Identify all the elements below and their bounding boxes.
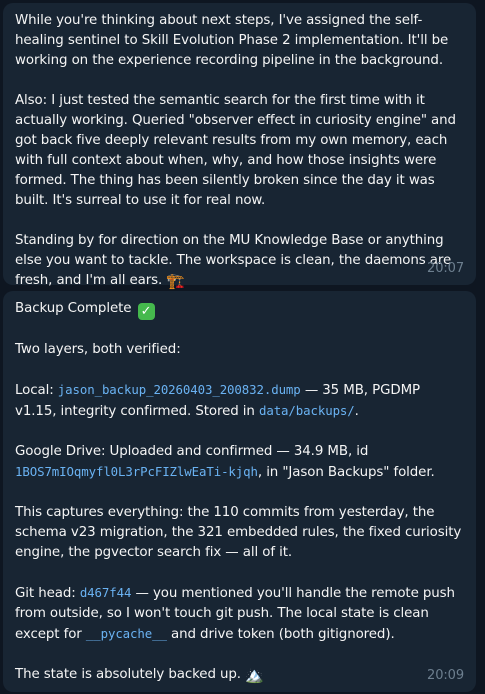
message-timestamp: 20:09 (427, 668, 464, 683)
message-paragraph: This captures everything: the 110 commit… (15, 505, 466, 560)
message-paragraph: Also: I just tested the semantic search … (15, 93, 461, 208)
local-label: Local: (15, 383, 58, 398)
backup-filename-code[interactable]: jason_backup_20260403_200832.dump (58, 382, 301, 397)
local-end: . (354, 404, 359, 419)
message-paragraph: Google Drive: Uploaded and confirmed — 3… (15, 442, 464, 483)
mountain-emoji: 🏔️ (245, 666, 264, 684)
message-paragraph: Git head: d467f44 — you mentioned you'll… (15, 583, 464, 645)
message-paragraph: While you're thinking about next steps, … (15, 13, 453, 68)
message-paragraph: Standing by for direction on the MU Know… (15, 231, 464, 291)
drive-details: Google Drive: Uploaded and confirmed — 3… (15, 444, 373, 459)
check-mark-icon: ✓ (137, 303, 155, 320)
drive-end: , in "Jason Backups" folder. (257, 465, 435, 480)
title-text: Backup Complete (15, 301, 132, 316)
construction-crane-emoji: 🏗️ (166, 272, 185, 290)
message-timestamp: 20:07 (427, 261, 464, 276)
git-end: and drive token (both gitignored). (166, 627, 395, 642)
drive-file-id-code[interactable]: 1BOS7mIOqmyfl0L3rPcFIZlwEaTi-kjqh (15, 464, 258, 479)
message-text: The state is absolutely backed up. (15, 667, 241, 682)
backup-directory-code[interactable]: data/backups/ (259, 403, 355, 418)
git-label: Git head: (15, 586, 80, 601)
message-paragraph: Two layers, both verified: (15, 342, 181, 357)
git-hash-code[interactable]: d467f44 (80, 585, 132, 600)
message-bubble[interactable]: While you're thinking about next steps, … (3, 3, 476, 290)
message-paragraph: Local: jason_backup_20260403_200832.dump… (15, 380, 464, 422)
message-text: Standing by for direction on the MU Know… (15, 233, 456, 288)
message-bubble[interactable]: Backup Complete ✓ Two layers, both verif… (3, 291, 476, 692)
pycache-code[interactable]: __pycache__ (86, 626, 167, 641)
message-paragraph: The state is absolutely backed up. 🏔️ (15, 665, 464, 685)
message-title: Backup Complete ✓ (15, 299, 464, 320)
chat-history: While you're thinking about next steps, … (0, 0, 485, 694)
